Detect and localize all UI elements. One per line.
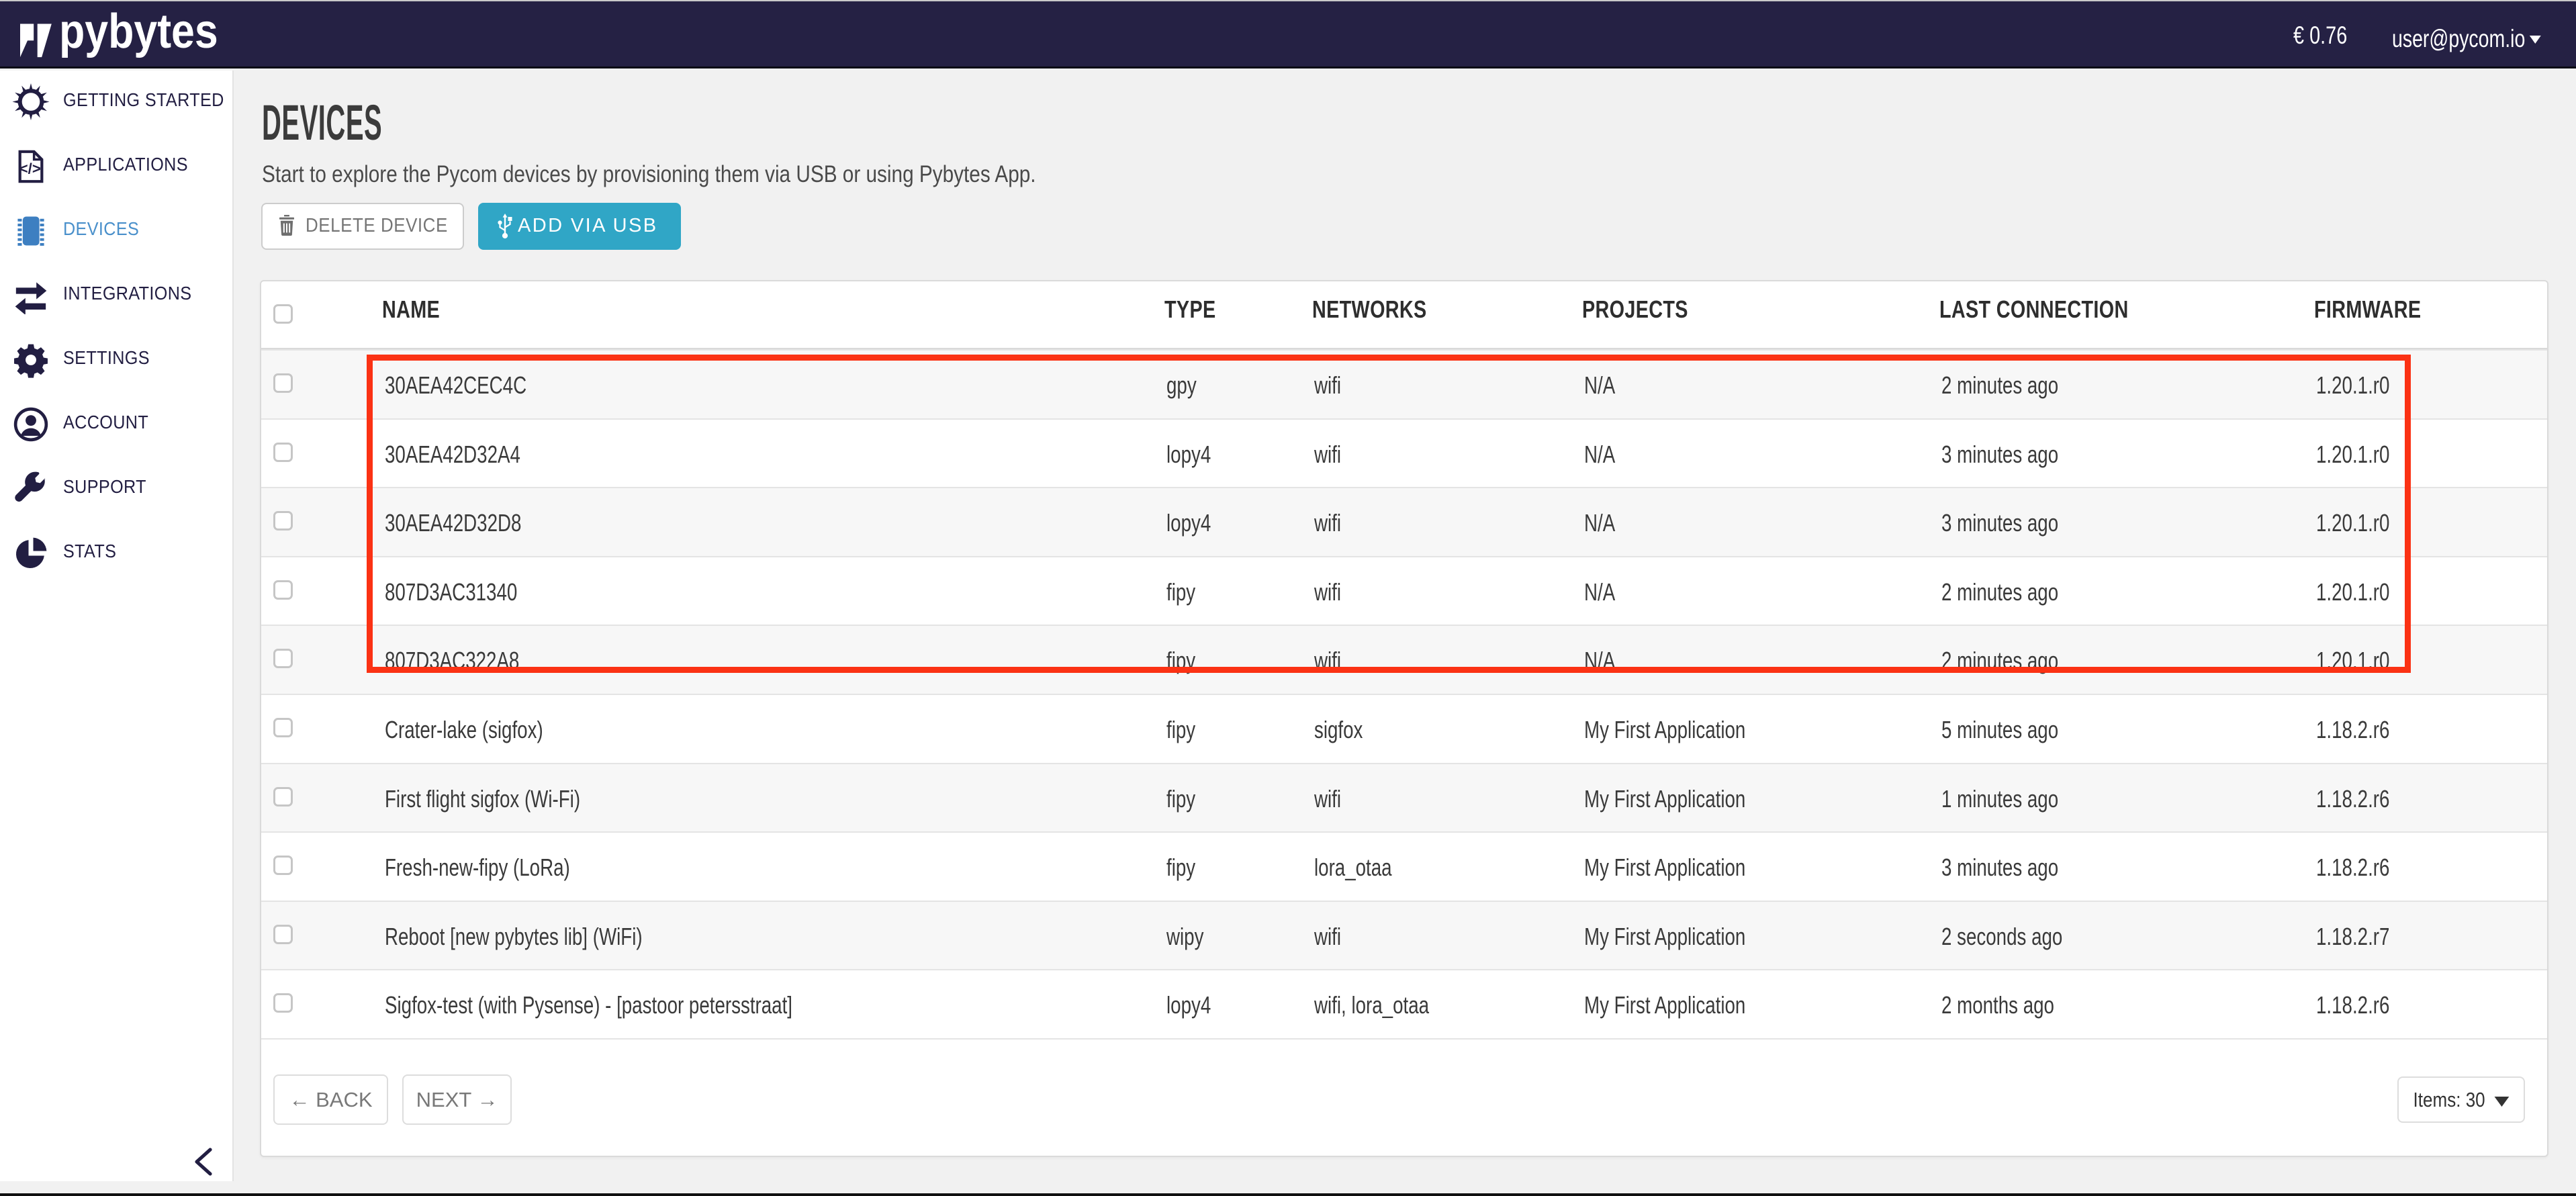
svg-text:</>: </>	[19, 160, 41, 177]
